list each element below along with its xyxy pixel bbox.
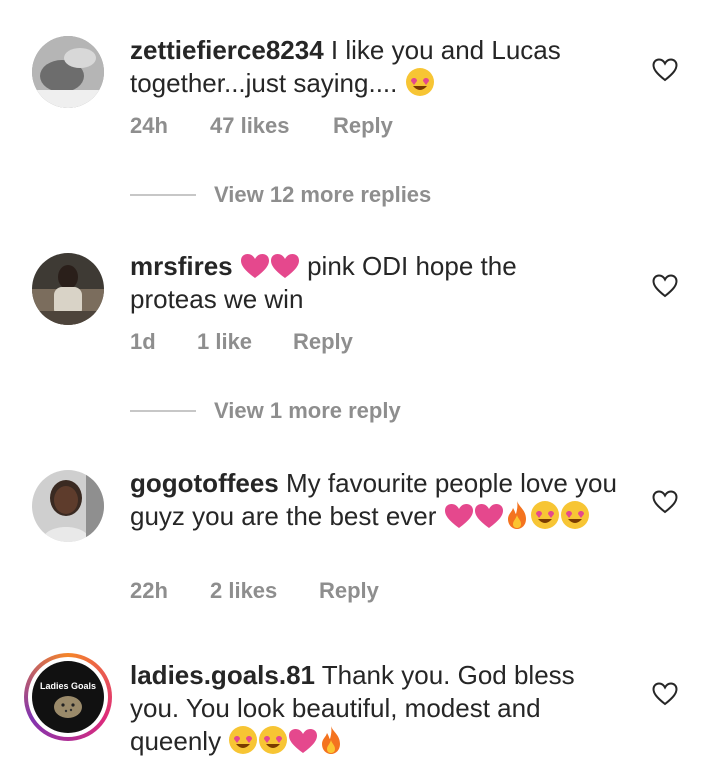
like-count[interactable]: 2 likes — [210, 578, 319, 604]
heart-eyes-emoji-icon — [560, 500, 590, 530]
pink-heart-emoji-icon — [240, 253, 270, 279]
comment-time: 22h — [130, 578, 168, 603]
comment-meta: 22h 2 likes Reply — [130, 578, 379, 604]
heart-eyes-emoji-icon — [405, 67, 435, 97]
avatar[interactable] — [32, 470, 104, 542]
username-link[interactable]: ladies.goals.81 — [130, 660, 315, 690]
heart-eyes-emoji-icon — [228, 725, 258, 755]
comment-body: pink ODI hope the — [307, 251, 517, 281]
divider — [130, 410, 196, 412]
heart-eyes-emoji-icon — [530, 500, 560, 530]
pink-heart-emoji-icon — [474, 503, 504, 529]
comment-text: gogotoffees My favourite people love you… — [130, 467, 630, 533]
comment-body: proteas we win — [130, 284, 304, 314]
heart-eyes-emoji-icon — [258, 725, 288, 755]
fire-emoji-icon — [504, 500, 530, 530]
pink-heart-emoji-icon — [444, 503, 474, 529]
username-link[interactable]: zettiefierce8234 — [130, 35, 324, 65]
like-count[interactable]: 1 like — [197, 329, 293, 355]
like-heart-icon[interactable] — [652, 58, 678, 82]
view-replies-label[interactable]: View 1 more reply — [214, 398, 401, 424]
reply-button[interactable]: Reply — [333, 113, 393, 139]
reply-button[interactable]: Reply — [293, 329, 353, 355]
avatar[interactable]: Ladies Goals — [24, 653, 112, 741]
comment-text: zettiefierce8234 I like you and Lucas to… — [130, 34, 630, 100]
comment-text: ladies.goals.81 Thank you. God bless you… — [130, 659, 630, 758]
avatar[interactable] — [32, 253, 104, 325]
fire-emoji-icon — [318, 725, 344, 755]
like-heart-icon[interactable] — [652, 274, 678, 298]
divider — [130, 194, 196, 196]
comment-meta: 1d 1 like Reply — [130, 329, 353, 355]
comment-time: 1d — [130, 329, 156, 354]
comment-meta: 24h 47 likes Reply — [130, 113, 393, 139]
username-link[interactable]: gogotoffees — [130, 468, 279, 498]
username-link[interactable]: mrsfires — [130, 251, 233, 281]
like-heart-icon[interactable] — [652, 682, 678, 706]
like-count[interactable]: 47 likes — [210, 113, 333, 139]
reply-button[interactable]: Reply — [319, 578, 379, 604]
view-replies-button[interactable]: View 12 more replies — [130, 182, 431, 208]
comment-text: mrsfires pink ODI hope the proteas we wi… — [130, 250, 630, 316]
pink-heart-emoji-icon — [288, 728, 318, 754]
pink-heart-emoji-icon — [270, 253, 300, 279]
comment-time: 24h — [130, 113, 168, 138]
like-heart-icon[interactable] — [652, 490, 678, 514]
avatar[interactable] — [32, 36, 104, 108]
view-replies-label[interactable]: View 12 more replies — [214, 182, 431, 208]
view-replies-button[interactable]: View 1 more reply — [130, 398, 401, 424]
